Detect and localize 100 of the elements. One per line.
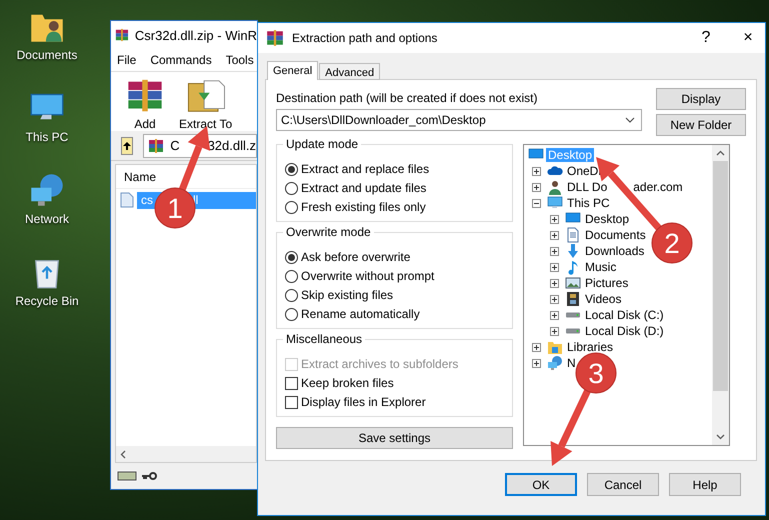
network-icon — [28, 172, 65, 208]
folder-icon — [547, 339, 563, 355]
horizontal-scrollbar[interactable] — [116, 446, 256, 462]
side-button[interactable]: New Folder — [656, 114, 746, 136]
expand-icon[interactable] — [532, 342, 541, 352]
checkbox[interactable] — [285, 376, 298, 390]
menu-item[interactable]: Commands — [150, 53, 212, 67]
desktop-icon-label[interactable]: Network — [24, 212, 69, 226]
menu-item[interactable]: Tools — [226, 53, 254, 67]
window-title: Csr32d.dll.zip - WinR — [134, 28, 257, 42]
option-label[interactable]: Rename automatically — [301, 307, 420, 321]
option-label[interactable]: Display files in Explorer — [301, 395, 426, 409]
column-header[interactable]: Name — [124, 170, 156, 184]
toolbar-button[interactable]: Extract To — [179, 117, 232, 131]
desktop-icon-label[interactable]: Recycle Bin — [15, 294, 79, 308]
tree-item[interactable]: Pictures — [583, 276, 630, 290]
tree-item[interactable]: Music — [583, 260, 618, 274]
scroll-down-icon[interactable] — [716, 434, 725, 440]
tree-item[interactable]: N — [565, 356, 578, 370]
option-label[interactable]: Extract and replace files — [301, 162, 430, 176]
file-icon — [120, 192, 134, 208]
expand-icon[interactable] — [550, 294, 559, 304]
tab[interactable]: General — [267, 61, 318, 80]
option-label[interactable]: Overwrite without prompt — [301, 269, 434, 283]
tree-item[interactable]: Local Disk (C:) — [583, 308, 666, 322]
radio-button[interactable] — [285, 308, 298, 320]
network-icon — [547, 355, 563, 371]
download-arrow-icon — [565, 243, 581, 259]
vertical-scrollbar[interactable] — [712, 145, 729, 445]
dialog-button[interactable]: Cancel — [587, 473, 659, 496]
expand-icon[interactable] — [550, 246, 559, 256]
dialog-title: Extraction path and options — [292, 31, 438, 45]
radio-button[interactable] — [285, 288, 298, 302]
file-name: cs — [141, 192, 153, 208]
tree-item[interactable]: Libraries — [565, 340, 616, 354]
scroll-left-icon[interactable] — [120, 450, 126, 458]
expand-icon[interactable] — [550, 326, 559, 336]
dialog-button[interactable]: OK — [505, 473, 577, 496]
collapse-icon[interactable] — [532, 198, 541, 208]
archive-icon — [115, 26, 129, 44]
tab[interactable]: Advanced — [319, 63, 380, 80]
film-icon — [565, 291, 581, 307]
archive-icon — [266, 29, 284, 47]
radio-button[interactable] — [285, 200, 298, 214]
archive-icon — [148, 138, 164, 154]
desktop-icon-label[interactable]: This PC — [26, 130, 68, 144]
user-icon — [547, 179, 563, 195]
expand-icon[interactable] — [550, 310, 559, 320]
tree-item[interactable]: DLL Do — [565, 180, 610, 194]
up-folder-button[interactable] — [121, 136, 134, 154]
radio-button[interactable] — [285, 250, 298, 264]
radio-button[interactable] — [285, 162, 298, 176]
menu-item[interactable]: File — [117, 53, 136, 67]
dialog-button[interactable]: Help — [669, 473, 741, 496]
radio-button[interactable] — [285, 182, 298, 194]
group-title: Overwrite mode — [283, 225, 374, 239]
option-label[interactable]: Keep broken files — [301, 376, 394, 390]
group-title: Update mode — [283, 137, 362, 151]
option-label[interactable]: Ask before overwrite — [301, 250, 410, 264]
document-icon — [565, 227, 581, 243]
expand-icon[interactable] — [550, 214, 559, 224]
up-arrow-icon — [122, 140, 132, 150]
dropdown-caret-icon[interactable] — [625, 117, 635, 123]
toolbar-button[interactable]: Add — [134, 117, 156, 131]
tree-item[interactable]: Videos — [583, 292, 624, 306]
option-label[interactable]: Fresh existing files only — [301, 200, 426, 214]
key-icon — [141, 471, 157, 481]
side-button[interactable]: Display — [656, 88, 746, 110]
help-button[interactable]: ? — [689, 24, 723, 52]
scroll-up-icon[interactable] — [716, 150, 725, 156]
radio-button[interactable] — [285, 270, 298, 282]
step-badge: 3 — [576, 352, 616, 394]
step-badge: 2 — [652, 222, 692, 264]
close-button[interactable]: × — [731, 24, 765, 52]
tree-item[interactable]: Local Disk (D:) — [583, 324, 666, 338]
option-label[interactable]: Skip existing files — [301, 288, 394, 302]
monitor-icon — [547, 195, 563, 211]
tree-item[interactable]: Documents — [583, 228, 648, 242]
tree-item[interactable]: Desktop — [583, 212, 632, 226]
drive-icon — [565, 312, 581, 318]
destination-field[interactable]: C:\Users\DllDownloader_com\Desktop — [276, 109, 642, 131]
group-title: Miscellaneous — [283, 332, 366, 346]
expand-icon[interactable] — [550, 230, 559, 240]
expand-icon[interactable] — [532, 166, 541, 176]
expand-icon[interactable] — [550, 278, 559, 288]
expand-icon[interactable] — [532, 358, 541, 368]
field-label: Destination path (will be created if does not exist) — [276, 91, 538, 105]
tree-item[interactable]: Downloads — [583, 244, 646, 258]
desktop-icon-label[interactable]: Documents — [16, 48, 78, 62]
expand-icon[interactable] — [550, 262, 559, 272]
path-text: C — [170, 138, 180, 153]
save-settings-button[interactable]: Save settings — [276, 427, 513, 449]
option-label[interactable]: Extract and update files — [301, 181, 426, 195]
path-text: 32d.dll.z — [208, 138, 256, 153]
drive-icon — [117, 470, 137, 482]
checkbox[interactable] — [285, 396, 298, 408]
tree-item[interactable]: ader.com — [631, 180, 685, 194]
drive-icon — [565, 328, 581, 334]
expand-icon[interactable] — [532, 182, 541, 192]
tree-item[interactable]: This PC — [565, 196, 612, 210]
